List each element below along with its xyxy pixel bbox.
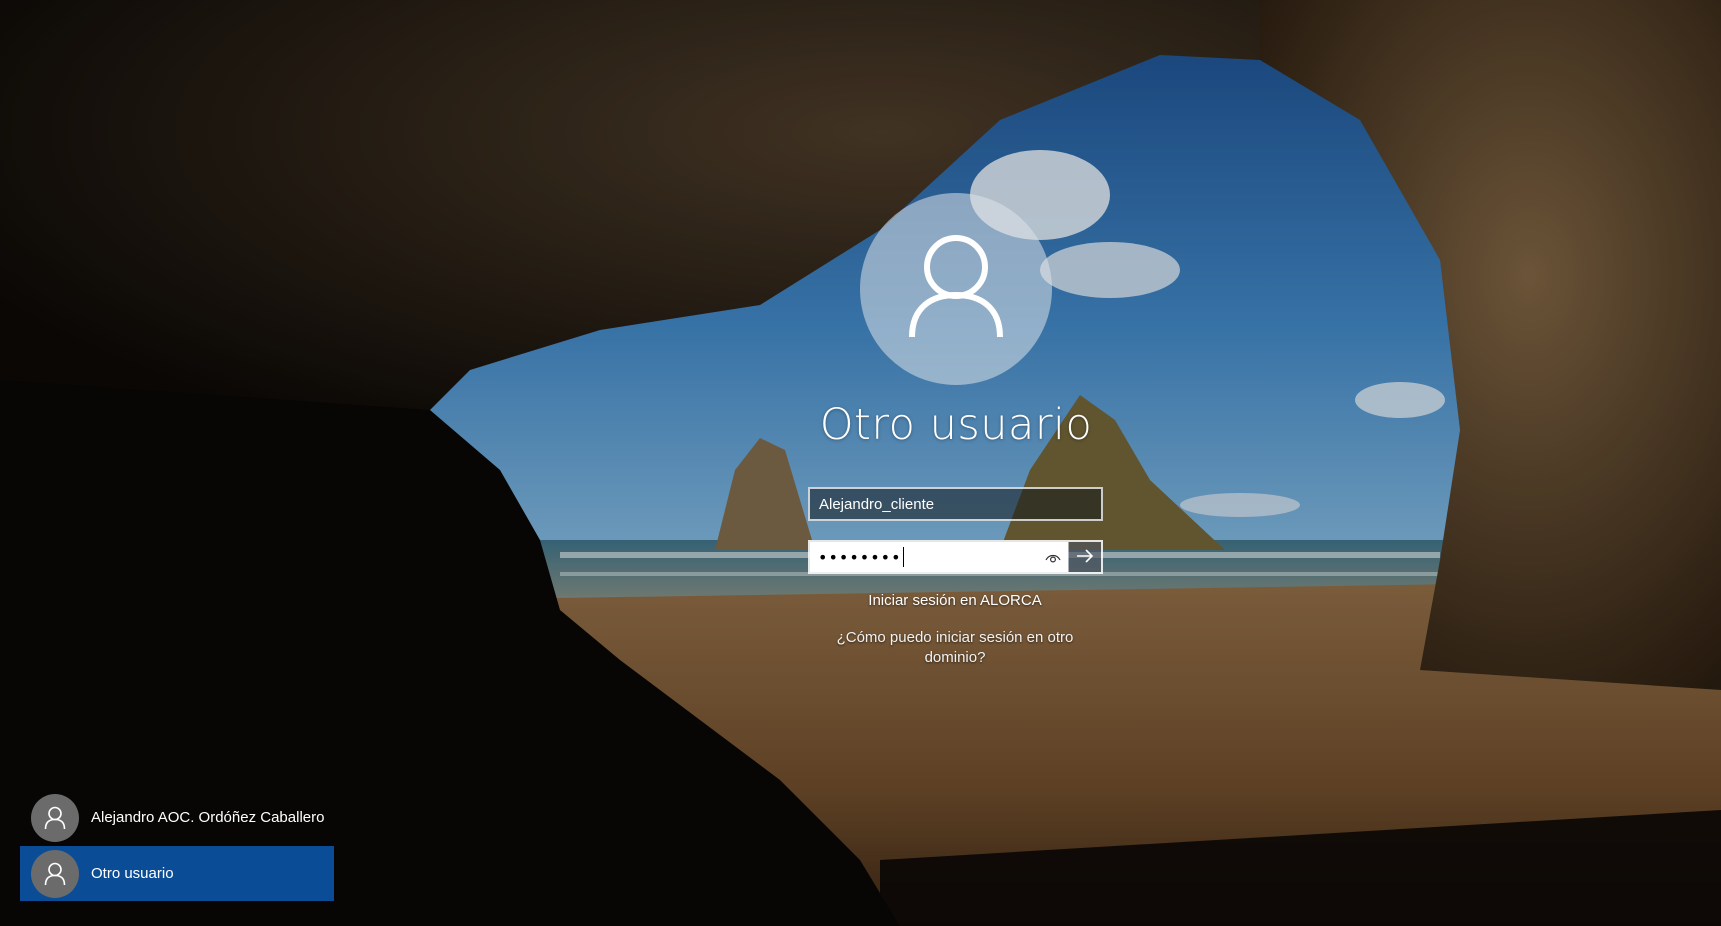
user-list-item-selected[interactable]: Otro usuario xyxy=(20,846,334,901)
user-avatar-large xyxy=(860,193,1052,385)
user-list-item[interactable]: Alejandro AOC. Ordóñez Caballero xyxy=(20,790,334,845)
user-list-item-name: Otro usuario xyxy=(91,865,174,882)
password-field-row: •••••••• xyxy=(808,540,1103,574)
user-silhouette-icon xyxy=(906,233,1006,345)
other-domain-help-link[interactable]: ¿Cómo puedo iniciar sesión en otro domin… xyxy=(820,628,1090,668)
text-caret xyxy=(902,547,904,567)
domain-sign-in-text: Iniciar sesión en ALORCA xyxy=(868,592,1042,609)
username-input[interactable] xyxy=(808,487,1103,521)
submit-button[interactable] xyxy=(1068,542,1101,572)
user-switch-list: Alejandro AOC. Ordóñez Caballero Otro us… xyxy=(20,790,334,901)
selected-username-title: Otro usuario xyxy=(819,400,1093,450)
eye-icon[interactable] xyxy=(1044,549,1062,567)
background-wallpaper xyxy=(0,0,1721,926)
password-mask: •••••••• xyxy=(818,547,902,567)
password-input[interactable]: •••••••• xyxy=(810,542,1068,572)
user-avatar-icon xyxy=(31,793,79,842)
user-list-item-name: Alejandro AOC. Ordóñez Caballero xyxy=(91,809,325,826)
arrow-right-icon xyxy=(1076,548,1094,567)
user-avatar-icon xyxy=(31,849,79,898)
